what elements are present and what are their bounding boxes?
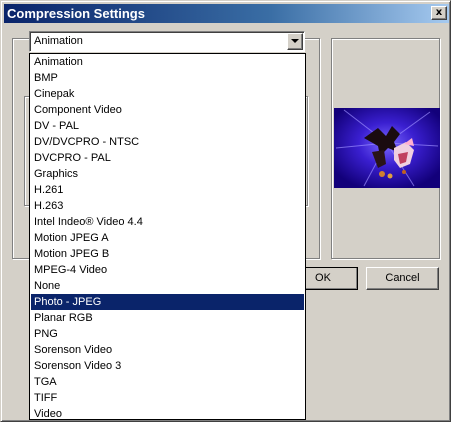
dropdown-option[interactable]: H.261 bbox=[31, 182, 304, 198]
dropdown-option[interactable]: Photo - JPEG bbox=[31, 294, 304, 310]
preview-image bbox=[334, 108, 440, 188]
dropdown-option[interactable]: Motion JPEG B bbox=[31, 246, 304, 262]
dropdown-option[interactable]: Cinepak bbox=[31, 86, 304, 102]
cancel-button[interactable]: Cancel bbox=[366, 267, 439, 290]
dropdown-option[interactable]: None bbox=[31, 278, 304, 294]
dropdown-option[interactable]: Planar RGB bbox=[31, 310, 304, 326]
compressor-select[interactable]: Animation bbox=[29, 31, 305, 52]
close-button[interactable]: x bbox=[431, 6, 447, 20]
dropdown-option[interactable]: TIFF bbox=[31, 390, 304, 406]
dropdown-option[interactable]: Video bbox=[31, 406, 304, 422]
dropdown-option[interactable]: BMP bbox=[31, 70, 304, 86]
dropdown-option[interactable]: Graphics bbox=[31, 166, 304, 182]
dropdown-option[interactable]: Motion JPEG A bbox=[31, 230, 304, 246]
dropdown-option[interactable]: DV/DVCPRO - NTSC bbox=[31, 134, 304, 150]
dropdown-option[interactable]: H.263 bbox=[31, 198, 304, 214]
dropdown-option[interactable]: MPEG-4 Video bbox=[31, 262, 304, 278]
dropdown-option[interactable]: Sorenson Video bbox=[31, 342, 304, 358]
dropdown-option[interactable]: TGA bbox=[31, 374, 304, 390]
title-bar[interactable]: Compression Settings x bbox=[4, 4, 449, 23]
compressor-dropdown-list[interactable]: Animation BMP Cinepak Component Video DV - P… bbox=[29, 53, 306, 420]
dropdown-option[interactable]: Sorenson Video 3 bbox=[31, 358, 304, 374]
dropdown-option[interactable]: Component Video bbox=[31, 102, 304, 118]
close-icon: x bbox=[435, 7, 443, 18]
window-title: Compression Settings bbox=[7, 6, 145, 21]
chevron-down-icon[interactable] bbox=[287, 33, 303, 50]
dropdown-option[interactable]: DVCPRO - PAL bbox=[31, 150, 304, 166]
dropdown-option[interactable]: DV - PAL bbox=[31, 118, 304, 134]
dropdown-option[interactable]: Animation bbox=[31, 54, 304, 70]
compressor-select-value: Animation bbox=[34, 35, 83, 47]
dropdown-option[interactable]: Intel Indeo® Video 4.4 bbox=[31, 214, 304, 230]
dropdown-option[interactable]: PNG bbox=[31, 326, 304, 342]
